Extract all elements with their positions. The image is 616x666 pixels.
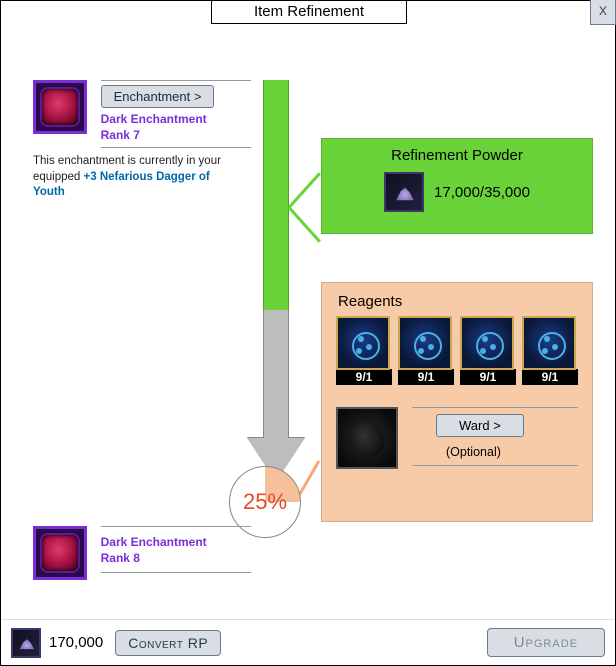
titlebar: Item Refinement x [1,0,615,26]
convert-rp-button[interactable]: Convert RP [115,630,221,656]
result-item-name: Dark Enchantment Rank 8 [101,535,251,566]
reagent-icon [522,316,576,370]
progress-arrow [249,80,305,490]
powder-icon [11,628,41,658]
upgrade-button[interactable]: Upgrade [487,628,605,657]
source-item-note: This enchantment is currently in your eq… [33,154,243,201]
divider [101,572,251,573]
divider [101,526,251,527]
reagent-icon [336,316,390,370]
divider [412,465,578,466]
reagent-icon [460,316,514,370]
reagent-slot[interactable]: 9/1 [522,316,578,385]
content-area: Enchantment > Dark Enchantment Rank 7 Th… [1,26,615,619]
ward-optional-label: (Optional) [446,445,578,459]
reagent-count: 9/1 [522,369,578,385]
ward-slot-icon[interactable] [336,407,398,469]
reagents-panel: Reagents 9/1 9/1 9/1 9/1 [321,282,593,522]
source-enchantment-block: Enchantment > Dark Enchantment Rank 7 Th… [33,80,251,152]
refinement-window: Item Refinement x Enchantment > Dark Enc… [0,0,616,666]
success-chance-value: 25% [243,489,287,515]
divider [101,80,251,81]
divider [412,407,578,408]
arrow-empty-segment [263,310,289,440]
footer-bar: 170,000 Convert RP Upgrade [1,619,615,665]
enchantment-gem-icon [33,526,87,580]
source-item-name: Dark Enchantment Rank 7 [101,112,251,143]
refinement-powder-panel: Refinement Powder 17,000/35,000 [321,138,593,234]
powder-amount: 17,000/35,000 [434,184,530,201]
powder-icon[interactable] [384,172,424,212]
reagents-panel-title: Reagents [322,283,592,316]
enchantment-select-button[interactable]: Enchantment > [101,85,215,108]
divider [101,147,251,148]
arrow-filled-segment [263,80,289,310]
reagent-slot[interactable]: 9/1 [398,316,454,385]
reagent-count: 9/1 [460,369,516,385]
powder-panel-title: Refinement Powder [322,139,592,164]
source-item-name-line2: Rank 7 [101,128,140,142]
result-item-name-line1: Dark Enchantment [101,535,207,549]
ward-select-button[interactable]: Ward > [436,414,524,437]
reagent-icon [398,316,452,370]
reagent-count: 9/1 [398,369,454,385]
rp-balance: 170,000 [49,634,103,651]
result-item-name-line2: Rank 8 [101,551,140,565]
ward-row: Ward > (Optional) [322,385,592,472]
reagent-slot[interactable]: 9/1 [460,316,516,385]
reagent-slots: 9/1 9/1 9/1 9/1 [322,316,592,385]
window-title: Item Refinement [211,0,407,24]
reagent-count: 9/1 [336,369,392,385]
source-item-name-line1: Dark Enchantment [101,112,207,126]
result-enchantment-block: Dark Enchantment Rank 8 [33,526,251,580]
reagent-slot[interactable]: 9/1 [336,316,392,385]
enchantment-gem-icon[interactable] [33,80,87,134]
close-button[interactable]: x [590,0,616,25]
